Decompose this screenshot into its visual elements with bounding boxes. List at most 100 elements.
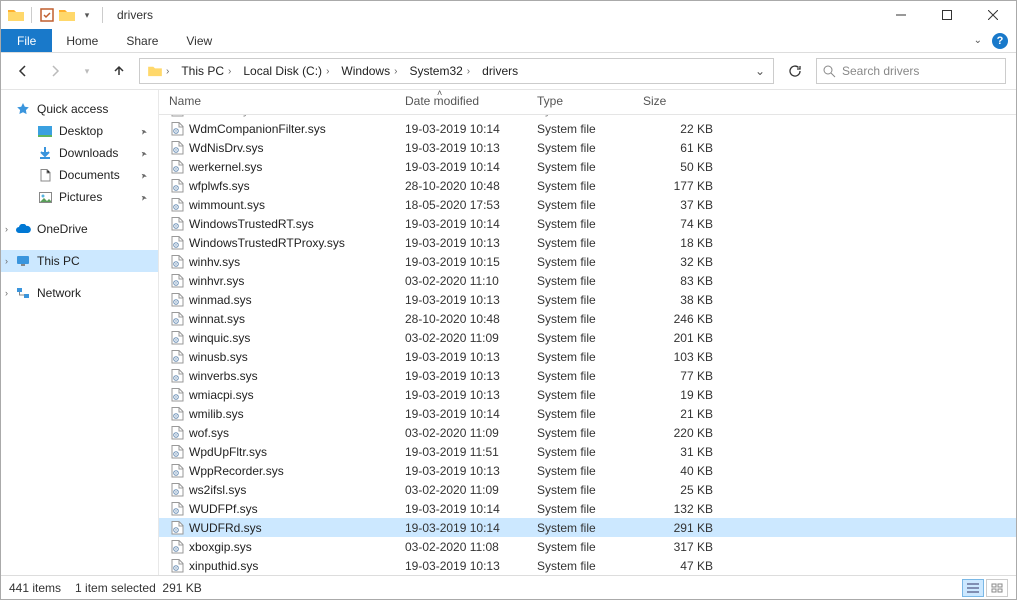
file-row[interactable]: WpdUpFltr.sys19-03-2019 11:51System file…: [159, 442, 1016, 461]
sidebar-quick-item[interactable]: Downloads: [1, 142, 158, 164]
sidebar-this-pc[interactable]: › This PC: [1, 250, 158, 272]
sys-file-icon: [169, 273, 185, 289]
file-row[interactable]: WppRecorder.sys19-03-2019 10:13System fi…: [159, 461, 1016, 480]
file-row[interactable]: winhv.sys19-03-2019 10:15System file32 K…: [159, 252, 1016, 271]
window-controls: [878, 1, 1016, 29]
breadcrumb-seg-1[interactable]: Local Disk (C:)›: [237, 64, 335, 78]
chevron-right-icon[interactable]: ›: [166, 66, 169, 77]
chevron-right-icon[interactable]: ›: [5, 256, 8, 266]
file-row[interactable]: wimmount.sys18-05-2020 17:53System file3…: [159, 195, 1016, 214]
sidebar-quick-item[interactable]: Documents: [1, 164, 158, 186]
search-box[interactable]: [816, 58, 1006, 84]
file-row[interactable]: werkernel.sys19-03-2019 10:14System file…: [159, 157, 1016, 176]
ribbon-expand-icon[interactable]: ⌄: [974, 35, 982, 46]
column-header-date[interactable]: Date modified: [405, 94, 537, 108]
file-row[interactable]: WdNisDrv.sys19-03-2019 10:13System file6…: [159, 138, 1016, 157]
ribbon-tab-view[interactable]: View: [172, 29, 226, 52]
up-button[interactable]: [107, 59, 131, 83]
file-size: 77 KB: [643, 369, 713, 383]
file-rows[interactable]: WdiWiFi.sys05-02-2020 11:08System file91…: [159, 115, 1016, 575]
sidebar-item-label: Pictures: [59, 190, 102, 204]
recent-dropdown[interactable]: ▾: [75, 59, 99, 83]
file-date: 19-03-2019 10:14: [405, 407, 537, 421]
file-row[interactable]: winhvr.sys03-02-2020 11:10System file83 …: [159, 271, 1016, 290]
file-row[interactable]: WUDFRd.sys19-03-2019 10:14System file291…: [159, 518, 1016, 537]
sidebar-quick-item[interactable]: Pictures: [1, 186, 158, 208]
file-type: System file: [537, 198, 643, 212]
chevron-right-icon[interactable]: ›: [326, 66, 329, 77]
file-date: 03-02-2020 11:09: [405, 426, 537, 440]
file-type: System file: [537, 407, 643, 421]
file-type: System file: [537, 179, 643, 193]
chevron-right-icon[interactable]: ›: [5, 288, 8, 298]
file-type: System file: [537, 559, 643, 573]
file-type: System file: [537, 350, 643, 364]
ribbon-file-tab[interactable]: File: [1, 29, 52, 52]
minimize-button[interactable]: [878, 1, 924, 29]
search-input[interactable]: [842, 64, 999, 78]
sys-file-icon: [169, 425, 185, 441]
address-dropdown-icon[interactable]: ⌄: [749, 64, 771, 78]
sidebar-quick-item[interactable]: Desktop: [1, 120, 158, 142]
view-large-icons-button[interactable]: [986, 579, 1008, 597]
sidebar-network[interactable]: › Network: [1, 282, 158, 304]
file-size: 37 KB: [643, 198, 713, 212]
file-row[interactable]: winnat.sys28-10-2020 10:48System file246…: [159, 309, 1016, 328]
column-header-name[interactable]: Name: [169, 94, 405, 108]
file-row[interactable]: WindowsTrustedRT.sys19-03-2019 10:14Syst…: [159, 214, 1016, 233]
sidebar-quick-access[interactable]: Quick access: [1, 98, 158, 120]
sys-file-icon: [169, 501, 185, 517]
sys-file-icon: [169, 368, 185, 384]
file-row[interactable]: winverbs.sys19-03-2019 10:13System file7…: [159, 366, 1016, 385]
sidebar-onedrive[interactable]: › OneDrive: [1, 218, 158, 240]
status-bar: 441 items 1 item selected 291 KB: [1, 575, 1016, 599]
sidebar-item-label: Quick access: [37, 102, 108, 116]
file-row[interactable]: wmilib.sys19-03-2019 10:14System file21 …: [159, 404, 1016, 423]
forward-button[interactable]: [43, 59, 67, 83]
file-name: WdmCompanionFilter.sys: [189, 122, 405, 136]
item-icon: [37, 167, 53, 183]
chevron-right-icon[interactable]: ›: [394, 66, 397, 77]
column-header-type[interactable]: Type: [537, 94, 643, 108]
file-date: 19-03-2019 10:15: [405, 255, 537, 269]
sys-file-icon: [169, 311, 185, 327]
column-header-size[interactable]: Size: [643, 94, 713, 108]
help-icon[interactable]: ?: [992, 33, 1008, 49]
folder-icon-small[interactable]: [58, 6, 76, 24]
breadcrumb-seg-0[interactable]: This PC›: [175, 64, 237, 78]
chevron-right-icon[interactable]: ›: [467, 66, 470, 77]
file-row[interactable]: WUDFPf.sys19-03-2019 10:14System file132…: [159, 499, 1016, 518]
window-title: drivers: [117, 8, 153, 22]
file-row[interactable]: wof.sys03-02-2020 11:09System file220 KB: [159, 423, 1016, 442]
breadcrumb-seg-2[interactable]: Windows›: [335, 64, 403, 78]
chevron-right-icon[interactable]: ›: [5, 224, 8, 234]
address-bar[interactable]: › This PC› Local Disk (C:)› Windows› Sys…: [139, 58, 774, 84]
file-name: winmad.sys: [189, 293, 405, 307]
view-details-button[interactable]: [962, 579, 984, 597]
refresh-button[interactable]: [782, 58, 808, 84]
file-row[interactable]: xinputhid.sys19-03-2019 10:13System file…: [159, 556, 1016, 575]
back-button[interactable]: [11, 59, 35, 83]
file-row[interactable]: ws2ifsl.sys03-02-2020 11:09System file25…: [159, 480, 1016, 499]
file-row[interactable]: winmad.sys19-03-2019 10:13System file38 …: [159, 290, 1016, 309]
maximize-button[interactable]: [924, 1, 970, 29]
file-row[interactable]: xboxgip.sys03-02-2020 11:08System file31…: [159, 537, 1016, 556]
file-row[interactable]: wmiacpi.sys19-03-2019 10:13System file19…: [159, 385, 1016, 404]
properties-icon[interactable]: [38, 6, 56, 24]
breadcrumb-seg-4[interactable]: drivers: [476, 64, 524, 78]
breadcrumb-root-icon[interactable]: ›: [142, 65, 175, 77]
file-type: System file: [537, 236, 643, 250]
file-row[interactable]: WindowsTrustedRTProxy.sys19-03-2019 10:1…: [159, 233, 1016, 252]
breadcrumb-seg-3[interactable]: System32›: [403, 64, 476, 78]
file-row[interactable]: wfplwfs.sys28-10-2020 10:48System file17…: [159, 176, 1016, 195]
quick-access-toolbar: ▾ drivers: [1, 6, 153, 24]
file-row[interactable]: winusb.sys19-03-2019 10:13System file103…: [159, 347, 1016, 366]
sys-file-icon: [169, 387, 185, 403]
file-row[interactable]: winquic.sys03-02-2020 11:09System file20…: [159, 328, 1016, 347]
ribbon-tab-share[interactable]: Share: [112, 29, 172, 52]
file-row[interactable]: WdmCompanionFilter.sys19-03-2019 10:14Sy…: [159, 119, 1016, 138]
close-button[interactable]: [970, 1, 1016, 29]
qat-dropdown-icon[interactable]: ▾: [78, 6, 96, 24]
ribbon-tab-home[interactable]: Home: [52, 29, 112, 52]
chevron-right-icon[interactable]: ›: [228, 66, 231, 77]
